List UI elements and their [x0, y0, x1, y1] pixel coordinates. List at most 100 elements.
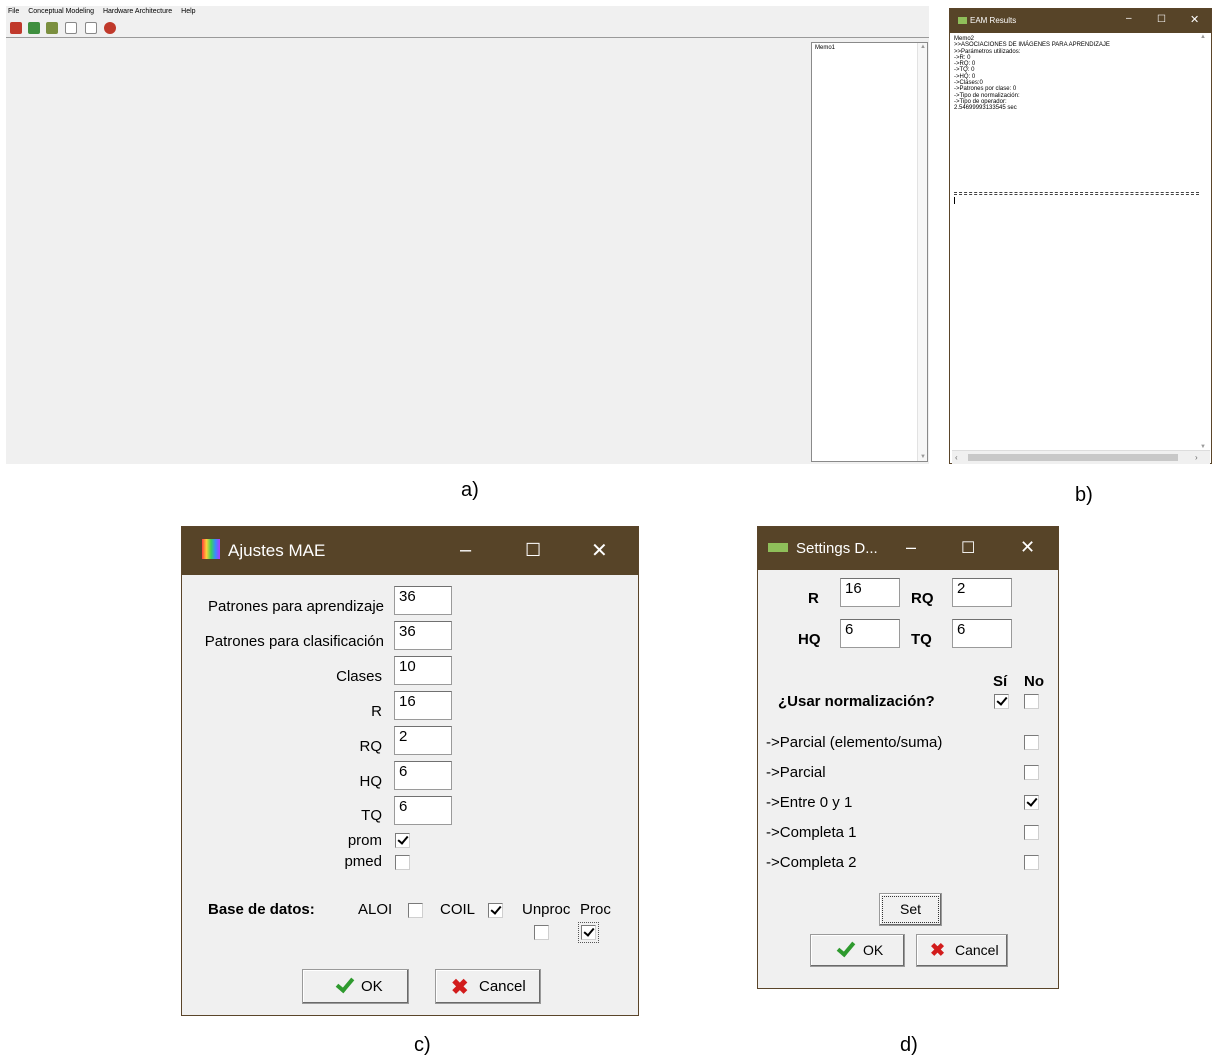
hq-input[interactable]: 6 — [394, 761, 452, 790]
save-icon[interactable] — [28, 22, 40, 34]
coil-checkbox[interactable] — [488, 903, 503, 918]
unproc-checkbox[interactable] — [534, 925, 549, 940]
field-label: RQ — [911, 590, 934, 607]
option-label: ->Parcial — [766, 764, 826, 781]
memo-panel[interactable]: Memo1 ▲ ▼ — [811, 42, 928, 462]
memo-lines: Memo2 >>ASOCIACIONES DE IMÁGENES PARA AP… — [954, 36, 1110, 112]
ok-label: OK — [863, 942, 884, 958]
minimize-icon[interactable]: – — [1126, 13, 1132, 24]
minimize-icon[interactable]: – — [906, 537, 916, 558]
window-title: Ajustes MAE — [228, 541, 326, 560]
horizontal-scrollbar[interactable]: ‹ › — [952, 450, 1210, 464]
completa-2-checkbox[interactable] — [1024, 855, 1039, 870]
set-label: Set — [900, 901, 922, 917]
caption-d: d) — [900, 1034, 918, 1056]
r-input[interactable]: 16 — [840, 578, 900, 607]
run-icon[interactable] — [65, 22, 77, 34]
option-label: ->Entre 0 y 1 — [766, 794, 853, 811]
coil-label: COIL — [440, 901, 476, 918]
normalization-si-checkbox[interactable] — [994, 694, 1009, 709]
title-bar: EAM Results – ☐ ✕ — [950, 9, 1211, 33]
maximize-icon[interactable]: ☐ — [525, 540, 541, 561]
vertical-scrollbar[interactable]: ▲ ▼ — [1198, 34, 1210, 450]
field-label: HQ — [359, 773, 383, 790]
rq-input[interactable]: 2 — [394, 726, 452, 755]
ok-button[interactable]: OK — [302, 969, 409, 1004]
no-header: No — [1024, 673, 1044, 690]
window-title: Settings D... — [796, 540, 878, 557]
scroll-thumb[interactable] — [968, 454, 1178, 461]
menu-bar: File Conceptual Modeling Hardware Archit… — [6, 6, 929, 18]
cancel-button[interactable]: ✖ Cancel — [435, 969, 541, 1004]
menu-help[interactable]: Help — [181, 8, 195, 15]
normalization-no-checkbox[interactable] — [1024, 694, 1039, 709]
database-label: Base de datos: — [208, 901, 315, 918]
memo-text: Memo1 — [815, 45, 836, 51]
clases-input[interactable]: 10 — [394, 656, 452, 685]
scroll-up-icon[interactable]: ▲ — [1200, 34, 1206, 40]
tq-input[interactable]: 6 — [952, 619, 1012, 648]
completa-1-checkbox[interactable] — [1024, 825, 1039, 840]
scroll-right-icon[interactable]: › — [1195, 453, 1198, 462]
rq-input[interactable]: 2 — [952, 578, 1012, 607]
field-label: Clases — [336, 668, 382, 685]
clasificacion-input[interactable]: 36 — [394, 621, 452, 650]
checkmark-icon — [335, 973, 355, 994]
stop-icon[interactable] — [104, 22, 116, 34]
memo-scrollbar[interactable]: ▲ ▼ — [917, 43, 927, 461]
checkmark-icon — [836, 937, 856, 958]
parcial-checkbox[interactable] — [1024, 765, 1039, 780]
menu-hardware-architecture[interactable]: Hardware Architecture — [103, 8, 172, 15]
field-label: RQ — [359, 738, 383, 755]
app-icon — [202, 539, 220, 559]
proc-checkbox[interactable] — [578, 922, 599, 943]
pmed-checkbox[interactable] — [395, 855, 410, 870]
scroll-up-icon[interactable]: ▲ — [920, 44, 926, 50]
text-caret — [954, 197, 955, 204]
scroll-left-icon[interactable]: ‹ — [955, 453, 958, 462]
design-canvas[interactable] — [10, 42, 811, 462]
cancel-button[interactable]: ✖ Cancel — [916, 934, 1008, 967]
hq-input[interactable]: 6 — [840, 619, 900, 648]
save-as-icon[interactable] — [46, 22, 58, 34]
set-button[interactable]: Set — [879, 893, 942, 926]
ok-button[interactable]: OK — [810, 934, 905, 967]
maximize-icon[interactable]: ☐ — [961, 538, 975, 558]
field-label: Patrones para aprendizaje — [208, 598, 384, 615]
check-label: pmed — [344, 853, 382, 870]
caption-a: a) — [461, 479, 479, 501]
check-label: prom — [347, 832, 382, 849]
window-title: EAM Results — [970, 16, 1017, 25]
cancel-label: Cancel — [955, 942, 999, 958]
r-input[interactable]: 16 — [394, 691, 452, 720]
menu-file[interactable]: File — [8, 8, 19, 15]
prom-checkbox[interactable] — [395, 833, 410, 848]
scroll-down-icon[interactable]: ▼ — [920, 454, 926, 460]
parcial-suma-checkbox[interactable] — [1024, 735, 1039, 750]
separator-line — [954, 192, 1199, 195]
tq-input[interactable]: 6 — [394, 796, 452, 825]
cross-icon: ✖ — [451, 976, 469, 999]
close-icon[interactable]: ✕ — [1190, 13, 1199, 26]
main-window: File Conceptual Modeling Hardware Archit… — [6, 6, 929, 464]
settings-dialog: Settings D... – ☐ ✕ R 16 RQ 2 HQ 6 TQ 6 … — [757, 526, 1059, 989]
aprendizaje-input[interactable]: 36 — [394, 586, 452, 615]
entre-0-y-1-checkbox[interactable] — [1024, 795, 1039, 810]
ajustes-dialog: Ajustes MAE – ☐ ✕ Patrones para aprendiz… — [181, 526, 639, 1016]
si-header: Sí — [993, 673, 1008, 690]
cancel-label: Cancel — [479, 978, 526, 995]
close-icon[interactable]: ✕ — [1020, 537, 1035, 558]
caption-c: c) — [414, 1034, 431, 1056]
step-icon[interactable] — [85, 22, 97, 34]
option-label: ->Completa 2 — [766, 854, 857, 871]
aloi-checkbox[interactable] — [408, 903, 423, 918]
minimize-icon[interactable]: – — [460, 539, 471, 562]
title-bar: Ajustes MAE – ☐ ✕ — [182, 527, 638, 575]
open-icon[interactable] — [10, 22, 22, 34]
maximize-icon[interactable]: ☐ — [1157, 14, 1166, 25]
memo-line: >>ASOCIACIONES DE IMÁGENES PARA APRENDIZ… — [954, 42, 1110, 49]
close-icon[interactable]: ✕ — [591, 538, 608, 563]
caption-b: b) — [1075, 484, 1093, 506]
results-memo[interactable]: Memo2 >>ASOCIACIONES DE IMÁGENES PARA AP… — [952, 34, 1210, 464]
menu-conceptual-modeling[interactable]: Conceptual Modeling — [28, 8, 94, 15]
